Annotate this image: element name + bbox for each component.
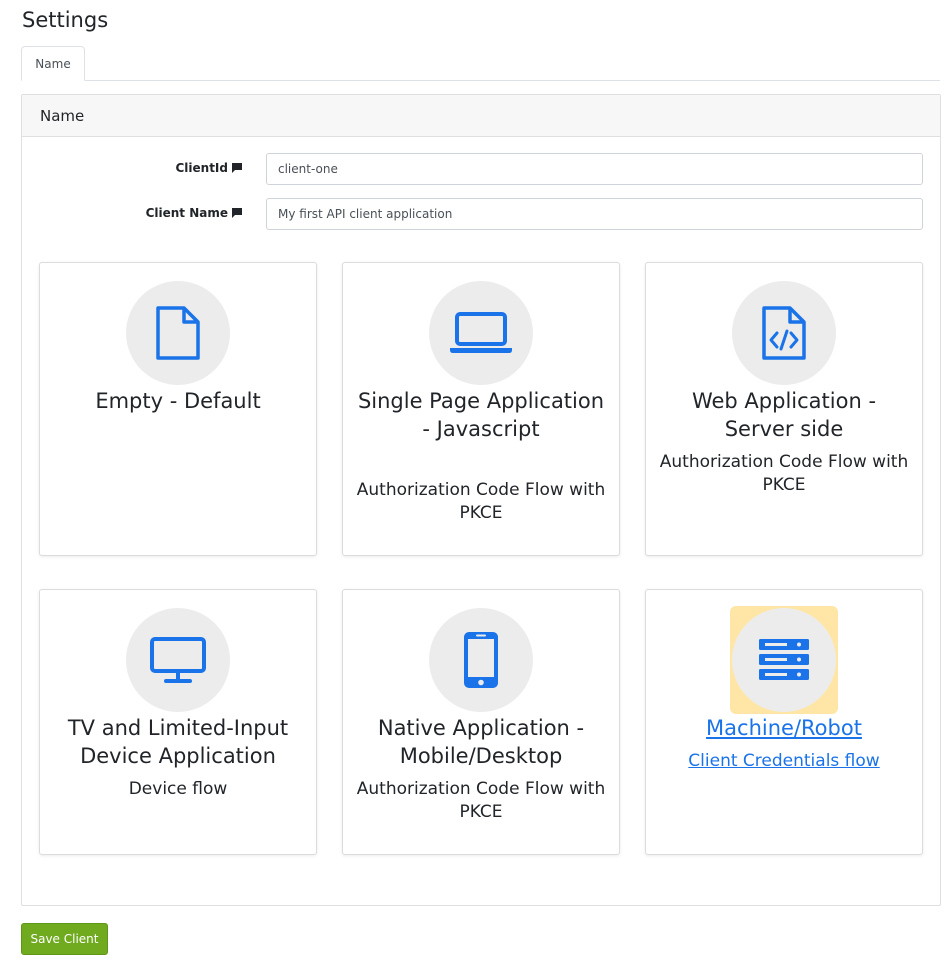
client-type-subtitle: Authorization Code Flow with PKCE bbox=[356, 480, 606, 523]
icon-circle bbox=[732, 281, 836, 385]
comment-icon[interactable] bbox=[232, 163, 242, 173]
client-type-subtitle: Client Credentials flow bbox=[688, 751, 880, 771]
client-name-input[interactable] bbox=[266, 198, 923, 230]
client-type-title: Web Application - Server side bbox=[691, 389, 877, 441]
settings-panel: Name ClientId Client Name Empty - Defaul… bbox=[21, 94, 941, 906]
client-type-subtitle: Authorization Code Flow with PKCE bbox=[356, 779, 606, 822]
client-type-title: Native Application - Mobile/Desktop bbox=[377, 716, 585, 768]
code-file-icon bbox=[762, 306, 806, 360]
client-type-native[interactable]: Native Application - Mobile/Desktop Auth… bbox=[342, 589, 620, 855]
client-type-subtitle: Authorization Code Flow with PKCE bbox=[659, 452, 909, 495]
client-name-label: Client Name bbox=[146, 206, 242, 220]
client-type-spa[interactable]: Single Page Application - Javascript Aut… bbox=[342, 262, 620, 556]
page-title: Settings bbox=[22, 8, 109, 32]
laptop-icon bbox=[450, 312, 512, 353]
client-type-web-app[interactable]: Web Application - Server side Authorizat… bbox=[645, 262, 923, 556]
icon-circle bbox=[126, 608, 230, 712]
client-type-title: Machine/Robot bbox=[706, 716, 862, 740]
panel-header: Name bbox=[22, 95, 940, 137]
client-id-label-text: ClientId bbox=[175, 161, 228, 175]
client-type-title: Empty - Default bbox=[95, 389, 261, 413]
icon-circle bbox=[732, 608, 836, 712]
client-type-empty[interactable]: Empty - Default bbox=[39, 262, 317, 556]
icon-circle bbox=[126, 281, 230, 385]
file-icon bbox=[156, 306, 200, 360]
mobile-icon bbox=[464, 632, 498, 688]
client-type-machine[interactable]: Machine/Robot Client Credentials flow bbox=[645, 589, 923, 855]
client-type-subtitle: Device flow bbox=[128, 779, 228, 799]
monitor-icon bbox=[150, 637, 206, 683]
client-name-label-text: Client Name bbox=[145, 206, 228, 220]
server-icon bbox=[759, 639, 809, 680]
tab-bar: Name bbox=[21, 46, 940, 81]
client-type-title: Single Page Application - Javascript bbox=[357, 389, 605, 441]
tab-name[interactable]: Name bbox=[21, 46, 85, 81]
icon-circle bbox=[429, 281, 533, 385]
icon-circle bbox=[429, 608, 533, 712]
client-id-label: ClientId bbox=[175, 161, 242, 175]
client-id-input[interactable] bbox=[266, 153, 923, 185]
comment-icon[interactable] bbox=[232, 208, 242, 218]
save-client-button[interactable]: Save Client bbox=[21, 923, 108, 955]
client-type-tv[interactable]: TV and Limited-Input Device Application … bbox=[39, 589, 317, 855]
client-type-title: TV and Limited-Input Device Application bbox=[67, 716, 289, 768]
